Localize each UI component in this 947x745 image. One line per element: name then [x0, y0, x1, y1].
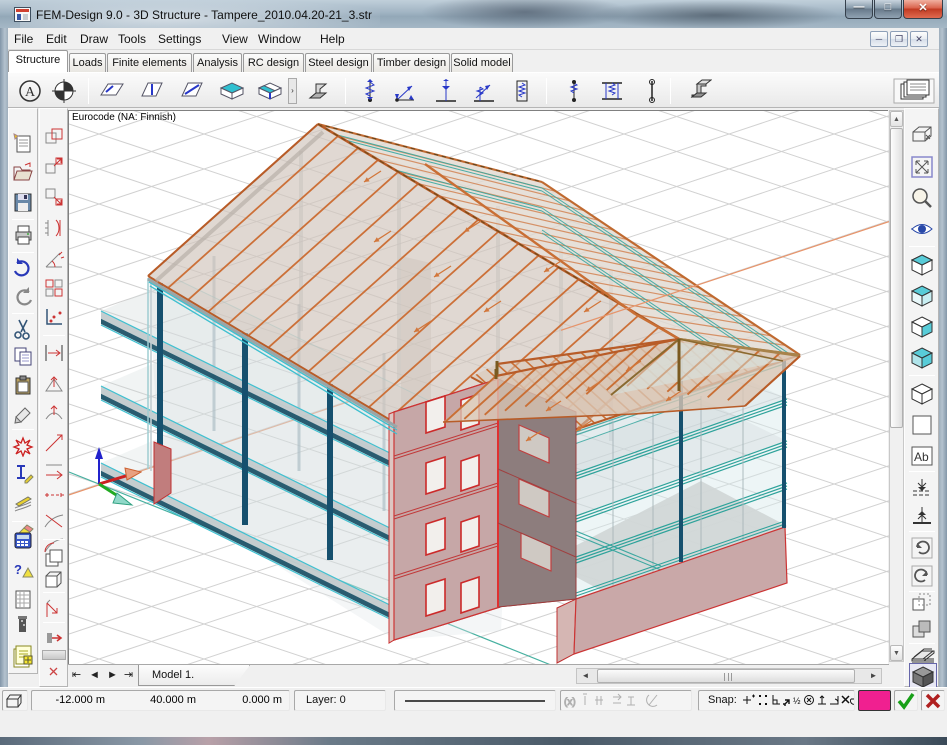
- svg-text:(x): (x): [564, 697, 576, 708]
- svg-text:?: ?: [14, 562, 22, 577]
- svg-text:Ab: Ab: [914, 450, 929, 464]
- svg-text:½: ½: [793, 696, 801, 706]
- svg-text:A: A: [25, 85, 36, 100]
